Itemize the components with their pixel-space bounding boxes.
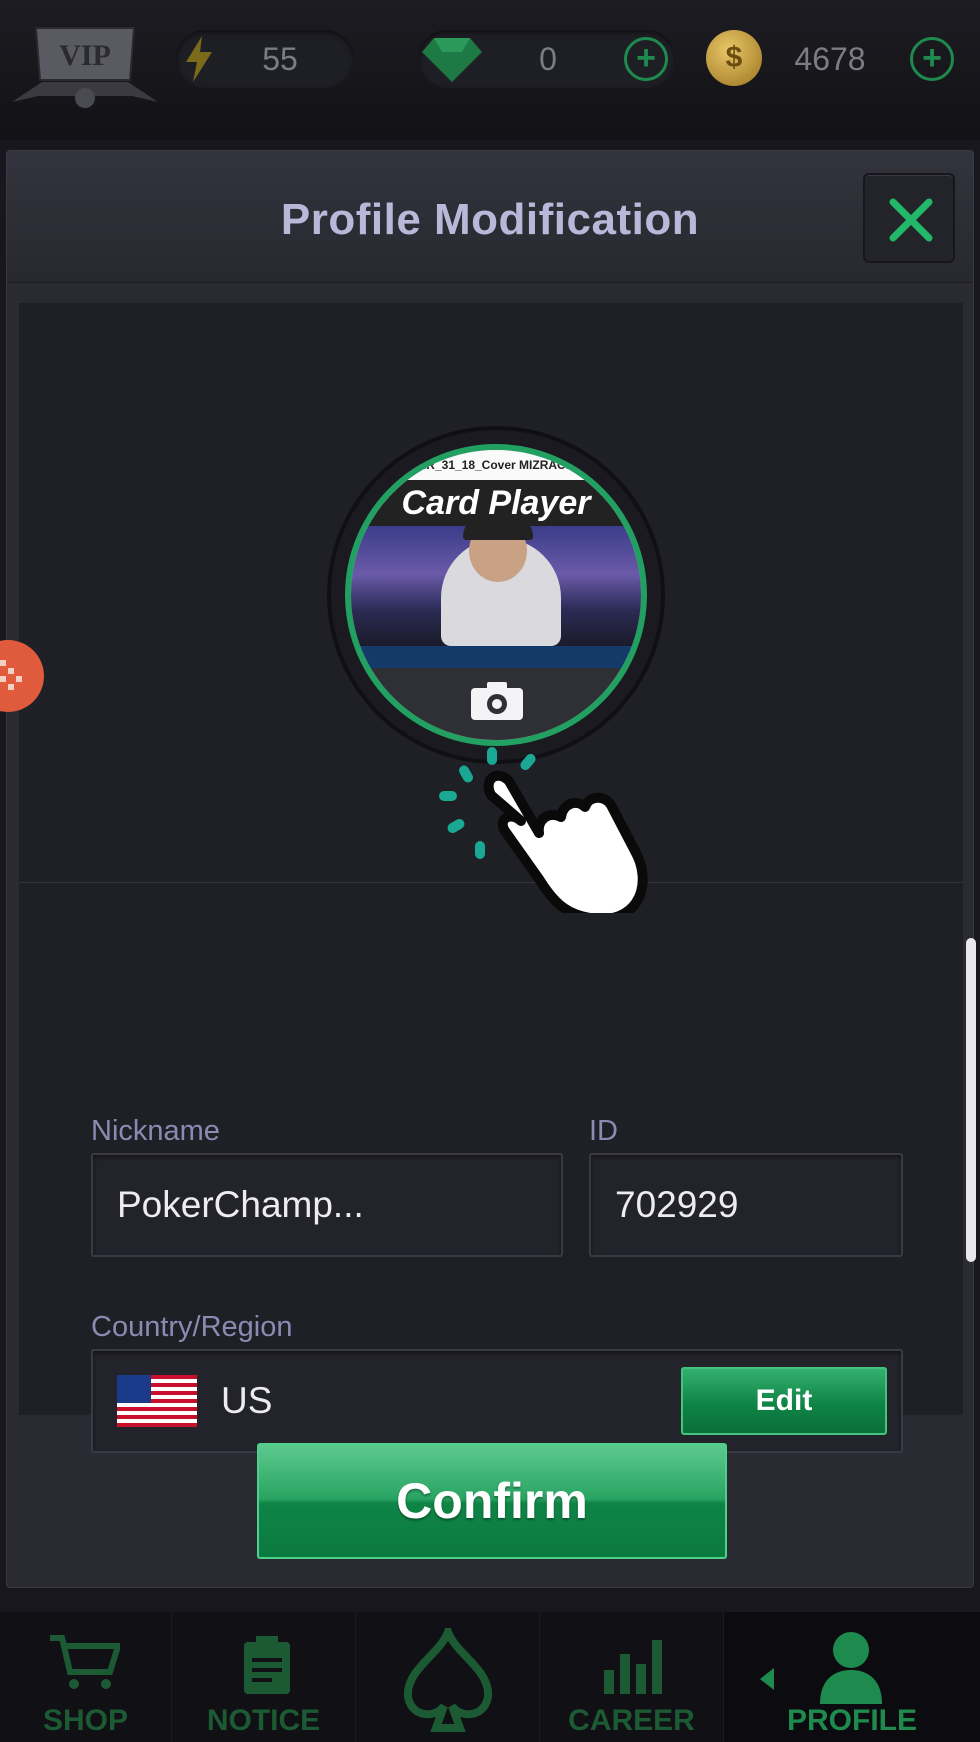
modal-content: TER_31_18_Cover MIZRACHI. Card Player Ni… xyxy=(19,303,963,1453)
cart-icon xyxy=(50,1635,120,1689)
country-value: US xyxy=(221,1380,273,1421)
tap-hint-hand-icon xyxy=(439,747,648,913)
avatar-section: TER_31_18_Cover MIZRACHI. Card Player xyxy=(19,303,963,913)
modal-header: Profile Modification xyxy=(7,151,973,283)
coin-counter: 4678 + xyxy=(766,30,960,88)
us-flag-icon xyxy=(117,1375,197,1427)
edit-country-button[interactable]: Edit xyxy=(681,1367,887,1435)
gem-icon xyxy=(422,38,482,82)
bar-chart-icon xyxy=(604,1640,662,1694)
vip-badge[interactable]: VIP xyxy=(12,22,158,114)
energy-value: 55 xyxy=(262,41,298,77)
nav-notice-label: NOTICE xyxy=(206,1704,321,1737)
person-icon xyxy=(820,1632,882,1704)
dots-icon xyxy=(0,660,22,690)
coin-icon: $ xyxy=(706,30,762,86)
nav-career[interactable]: CAREER xyxy=(540,1612,724,1742)
confirm-button[interactable]: Confirm xyxy=(257,1443,727,1559)
nickname-value: PokerChamp... xyxy=(117,1184,364,1225)
id-field: 702929 xyxy=(589,1153,903,1257)
modal-title: Profile Modification xyxy=(280,195,700,244)
coin-value: 4678 xyxy=(794,41,866,77)
spade-icon xyxy=(404,1628,492,1732)
bottom-nav: SHOP NOTICE CAREER PROFILE xyxy=(0,1612,980,1742)
cover-caption: TER_31_18_Cover MIZRACHI. xyxy=(351,450,641,480)
top-bar: VIP 55 0 + $ 4678 + xyxy=(0,0,980,140)
screen: VIP 55 0 + $ 4678 + Profile Modification xyxy=(0,0,980,1742)
nav-shop-label: SHOP xyxy=(42,1704,129,1737)
profile-modal: Profile Modification TER_31_18_Cover MIZ… xyxy=(6,150,974,1588)
add-coins-button[interactable]: + xyxy=(910,37,954,81)
add-gems-button[interactable]: + xyxy=(624,37,668,81)
gem-counter: 0 + xyxy=(418,30,676,88)
clipboard-icon xyxy=(244,1636,290,1694)
cover-band xyxy=(351,646,641,668)
vip-text: VIP xyxy=(59,39,111,72)
id-value: 702929 xyxy=(615,1184,739,1225)
scrollbar[interactable] xyxy=(966,938,976,1262)
avatar-cap xyxy=(463,514,533,540)
energy-counter: 55 xyxy=(176,30,354,88)
nav-profile-label: PROFILE xyxy=(786,1704,917,1737)
nav-career-label: CAREER xyxy=(568,1704,695,1737)
close-icon xyxy=(889,198,933,242)
nickname-label: Nickname xyxy=(91,1115,220,1147)
lightning-icon xyxy=(186,36,212,82)
nav-shop[interactable]: SHOP xyxy=(0,1612,172,1742)
nav-home[interactable] xyxy=(356,1612,540,1742)
country-label: Country/Region xyxy=(91,1311,293,1343)
nav-notice[interactable]: NOTICE xyxy=(172,1612,356,1742)
id-label: ID xyxy=(589,1115,618,1147)
country-field: US Edit xyxy=(91,1349,903,1453)
nickname-field[interactable]: PokerChamp... xyxy=(91,1153,563,1257)
close-button[interactable] xyxy=(863,173,955,263)
chevron-left-icon xyxy=(760,1668,774,1690)
nav-profile[interactable]: PROFILE xyxy=(724,1612,980,1742)
gem-value: 0 xyxy=(539,41,557,77)
